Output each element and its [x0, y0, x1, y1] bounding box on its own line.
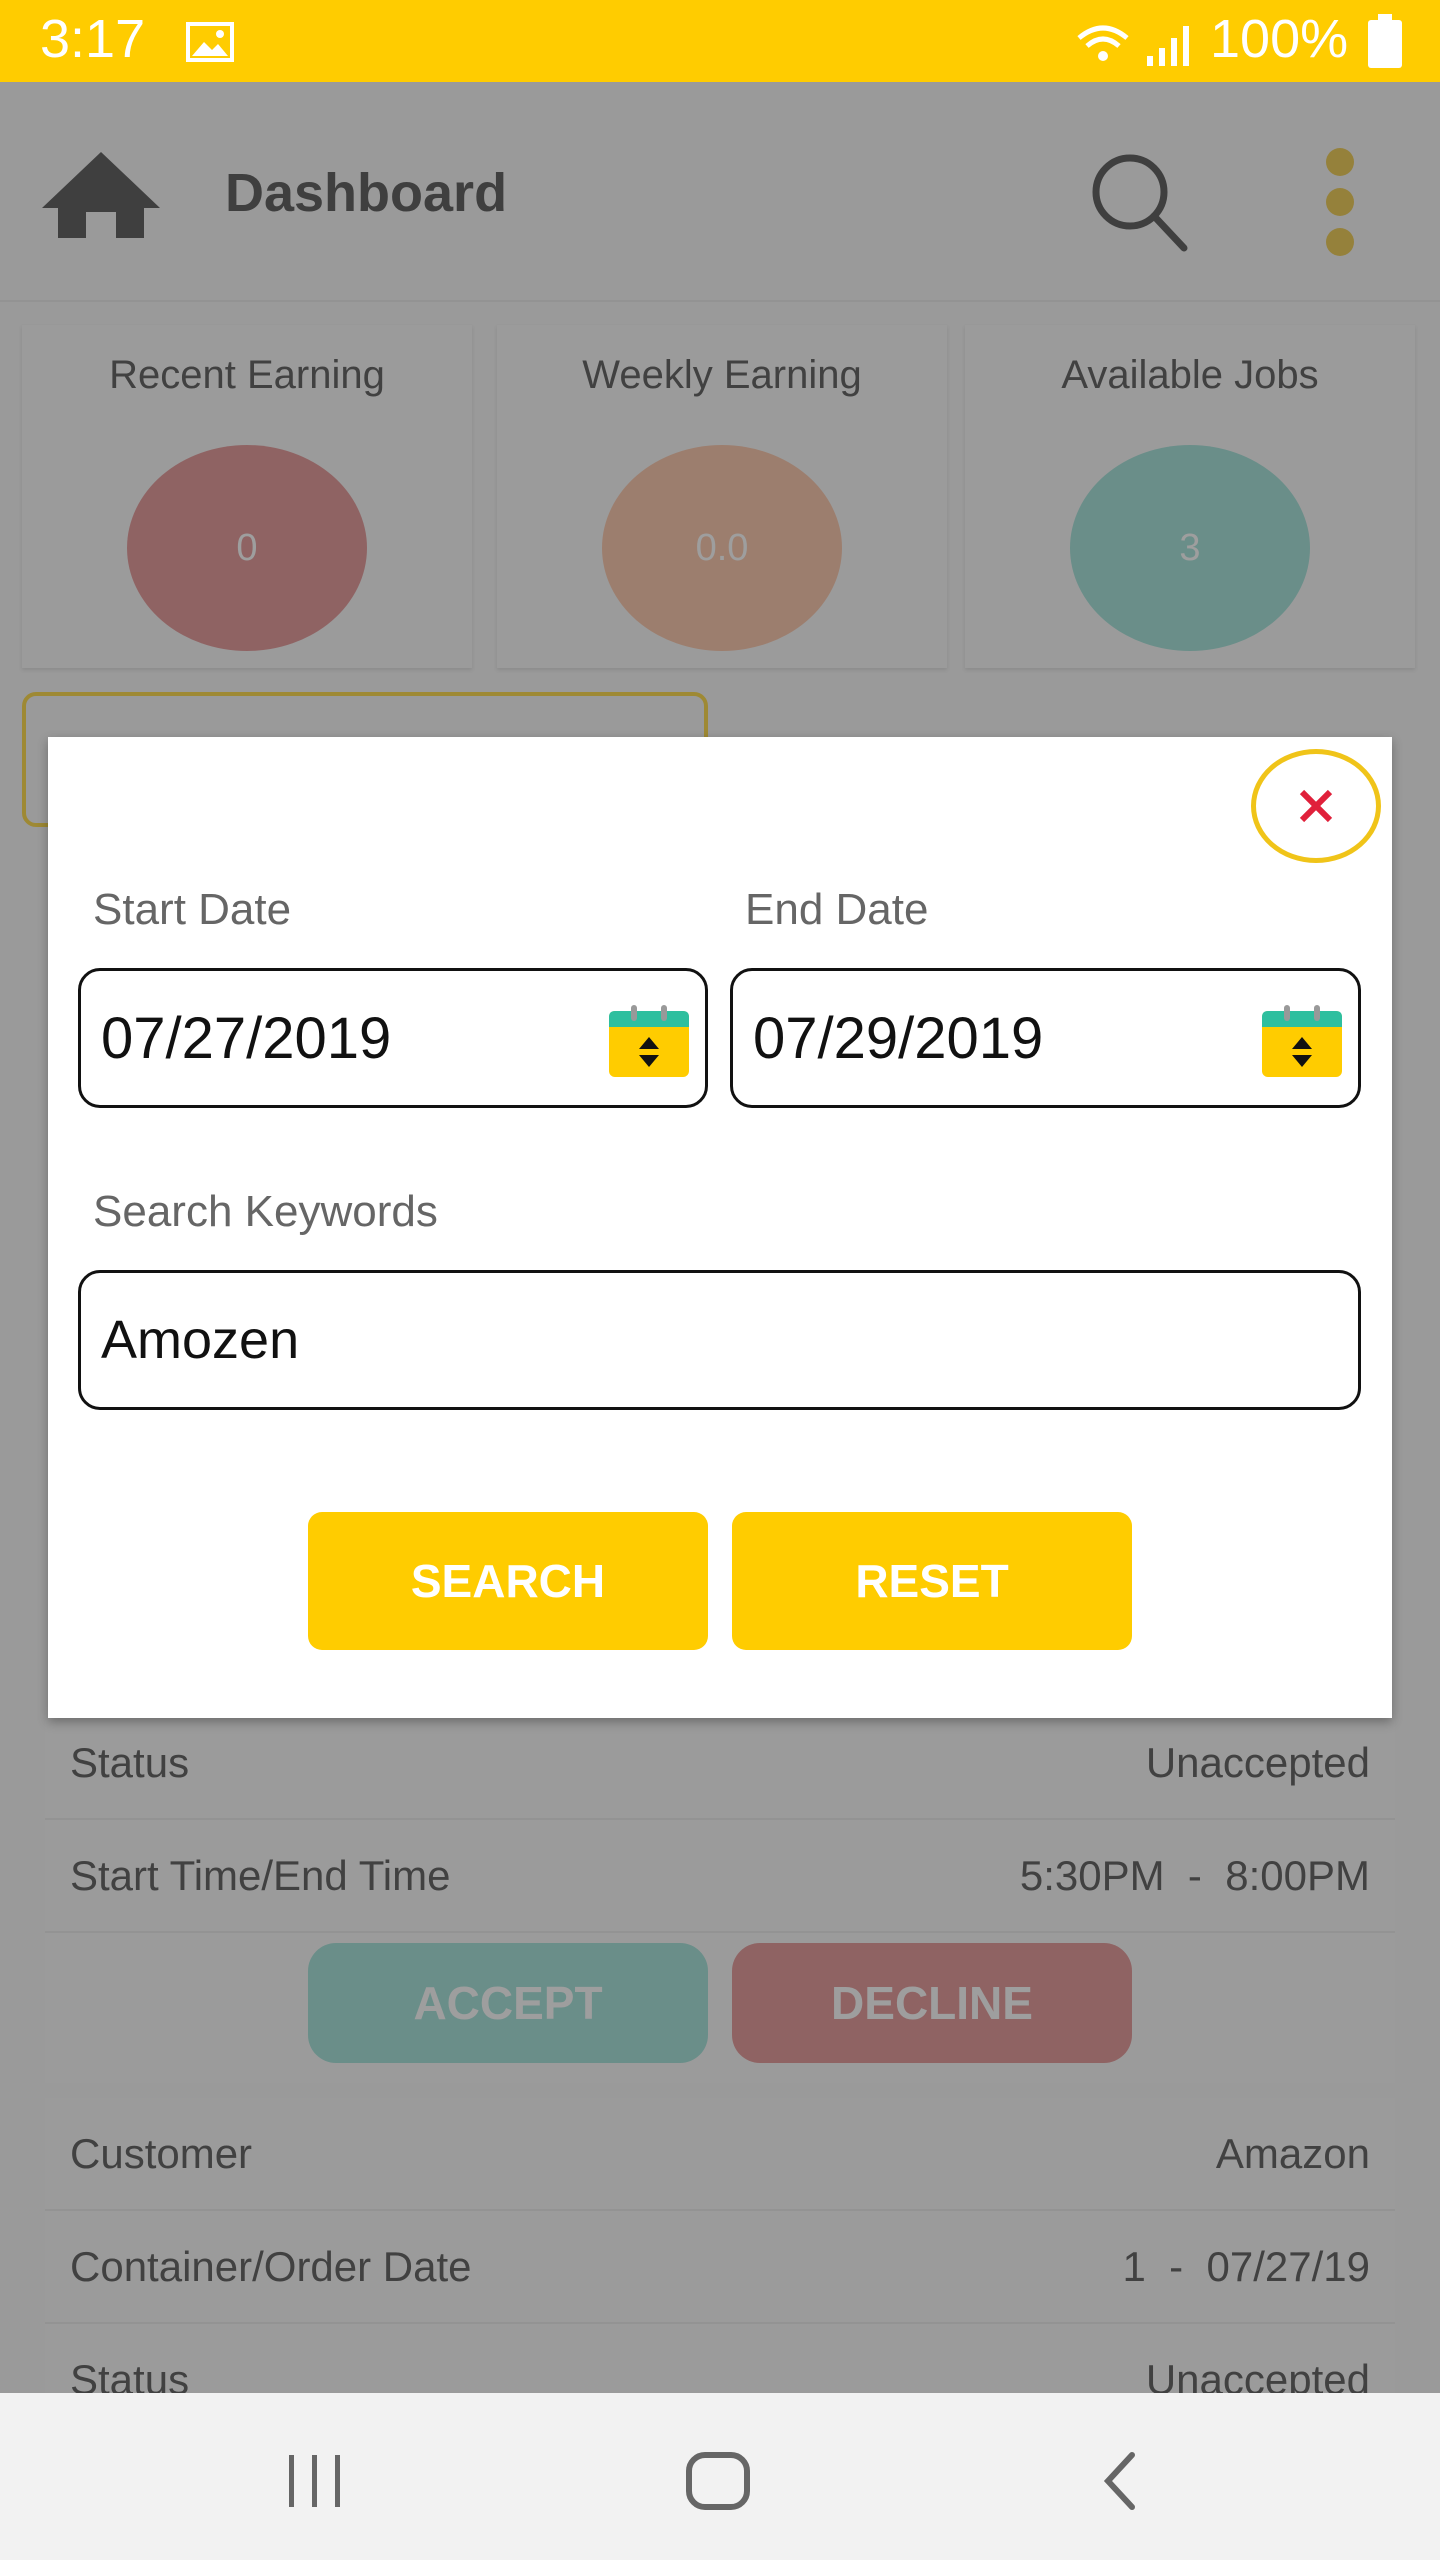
navigation-bar [0, 2393, 1440, 2560]
search-button[interactable]: SEARCH [308, 1512, 708, 1650]
keywords-value: Amozen [101, 1310, 300, 1370]
keywords-label: Search Keywords [93, 1187, 438, 1236]
image-icon [186, 22, 234, 62]
calendar-icon[interactable] [609, 1005, 689, 1077]
close-button[interactable] [1251, 749, 1381, 863]
reset-button[interactable]: RESET [732, 1512, 1132, 1650]
recent-apps-icon[interactable] [285, 2453, 345, 2509]
end-date-label: End Date [745, 885, 929, 934]
battery-icon [1368, 14, 1402, 68]
start-date-label: Start Date [93, 885, 292, 934]
start-date-field[interactable]: 07/27/2019 [78, 968, 708, 1108]
home-nav-icon[interactable] [685, 2451, 751, 2511]
status-time: 3:17 [40, 9, 146, 69]
wifi-icon [1077, 25, 1129, 61]
keywords-input[interactable]: Amozen [78, 1270, 1361, 1410]
calendar-icon[interactable] [1262, 1005, 1342, 1077]
search-dialog: Start Date End Date 07/27/2019 07/29/201… [48, 737, 1392, 1718]
signal-icon [1147, 26, 1189, 66]
back-icon[interactable] [1100, 2451, 1140, 2511]
status-bar: 3:17 100% [0, 0, 1440, 82]
end-date-field[interactable]: 07/29/2019 [730, 968, 1361, 1108]
end-date-value: 07/29/2019 [753, 1005, 1044, 1071]
battery-percent: 100% [1210, 9, 1349, 69]
close-icon [1299, 789, 1333, 823]
start-date-value: 07/27/2019 [101, 1005, 392, 1071]
